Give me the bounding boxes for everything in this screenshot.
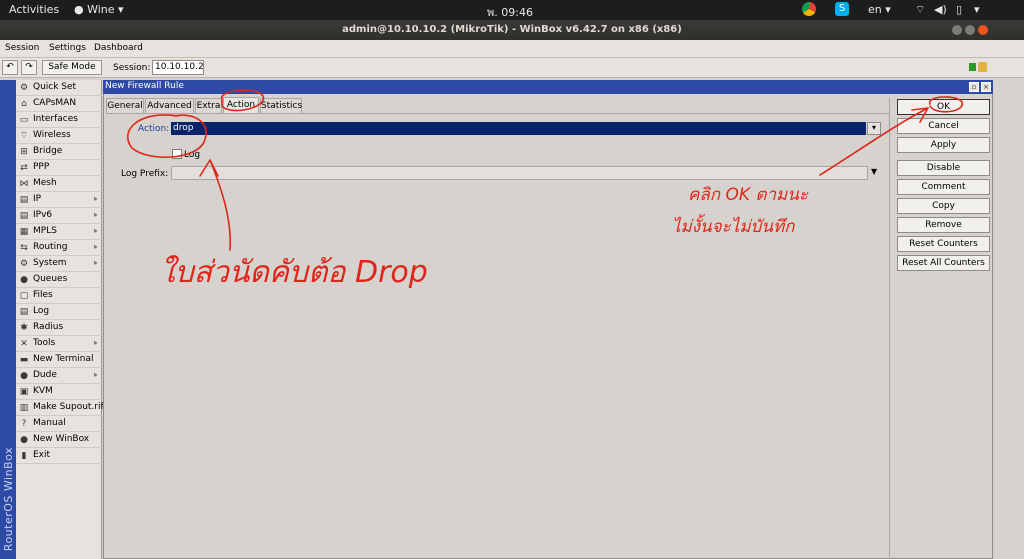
circle-around-action-field [126,114,207,158]
annotation-ok-note-line2: ไม่งั้นจะไม่บันทึก [672,213,795,237]
arrow-to-ok-button [819,107,929,176]
annotation-overlay: ใบส่วนัดคับต้อ Drop คลิก OK ตามนะ ไม่งั้… [126,89,963,290]
annotation-ok-note-line1: คลิก OK ตามนะ [688,185,809,205]
annotation-action-note: ใบส่วนัดคับต้อ Drop [160,255,428,290]
circle-around-ok-button [929,96,963,113]
circle-around-action-tab [221,89,264,112]
arrow-to-action-field [199,159,232,251]
